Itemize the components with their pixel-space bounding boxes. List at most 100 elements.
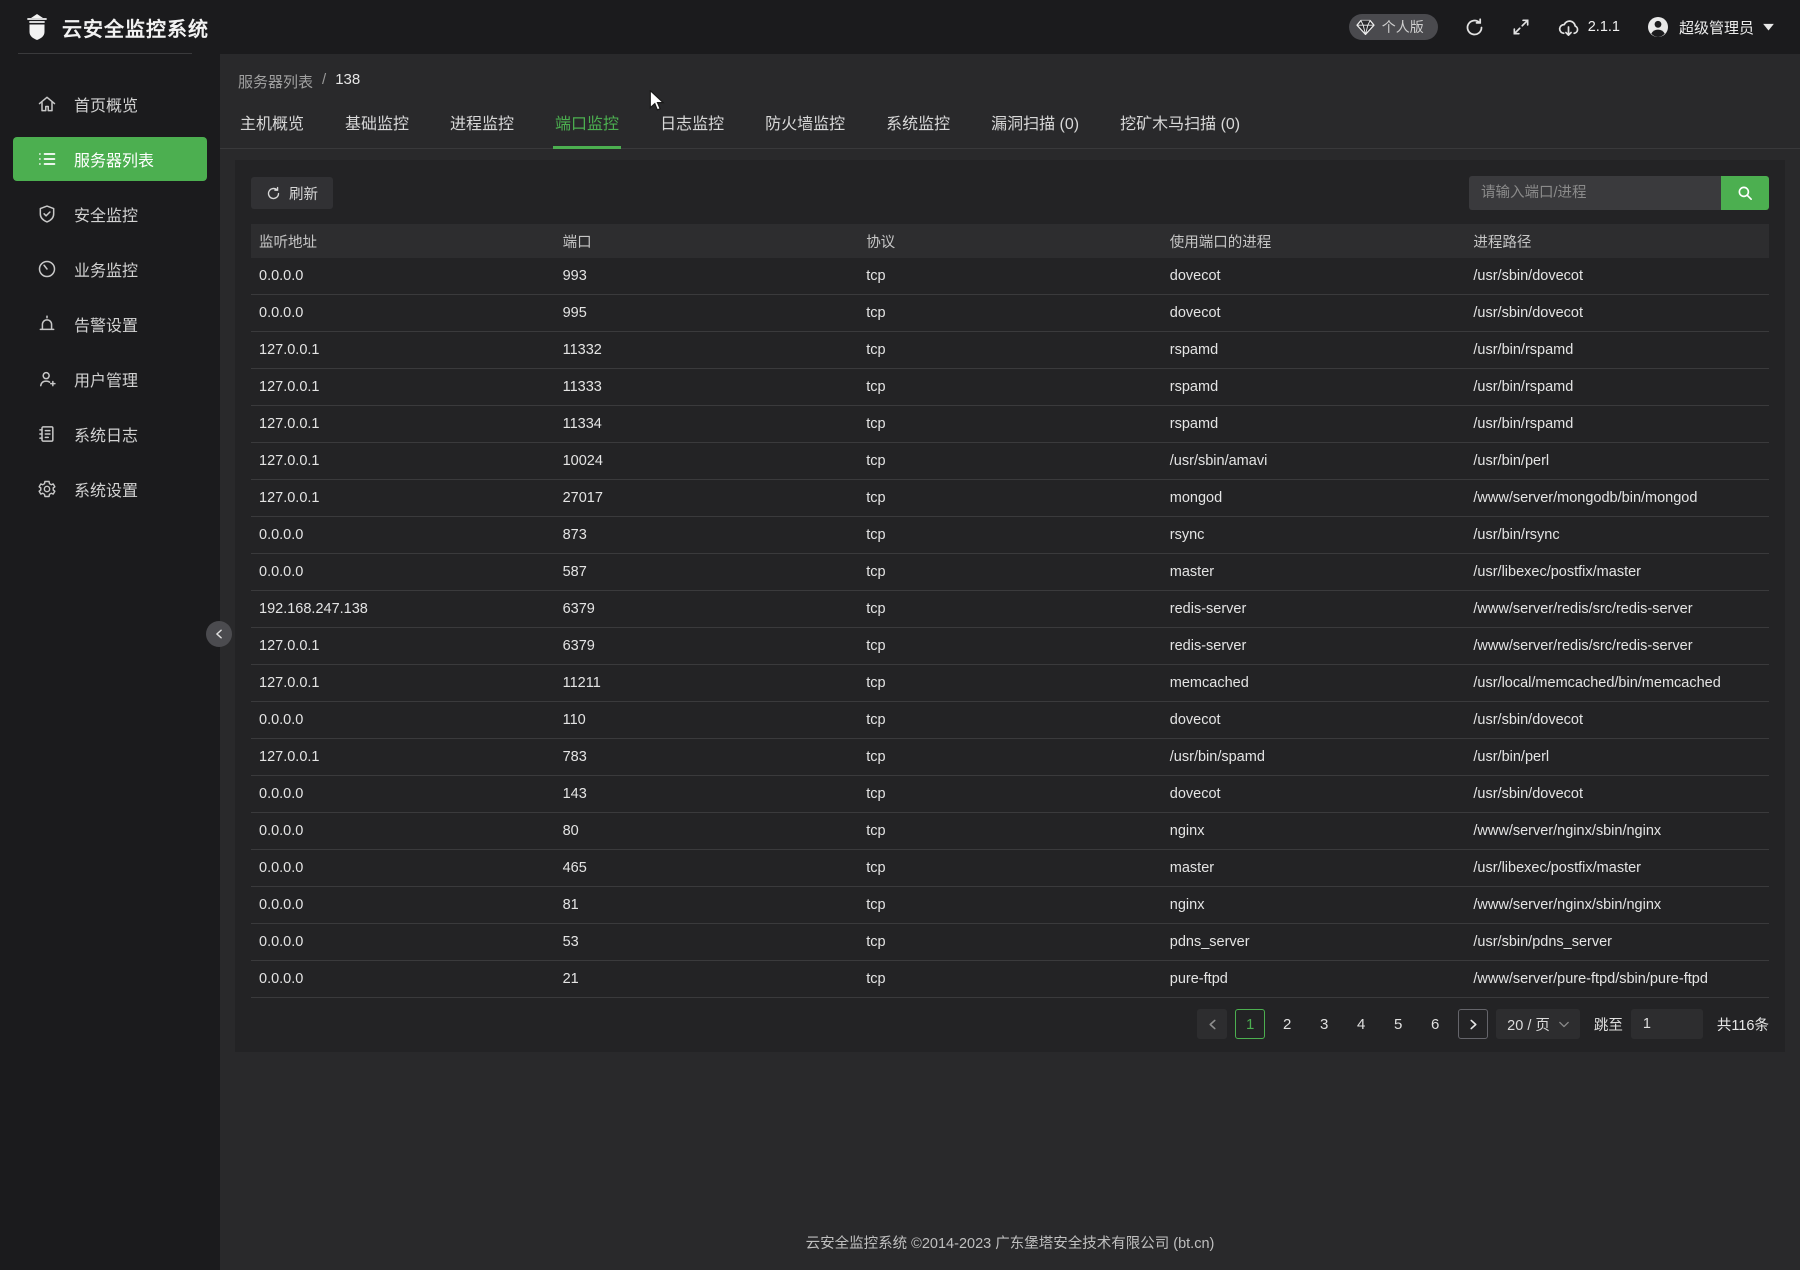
sidebar-item-system-logs[interactable]: 系统日志: [13, 412, 207, 456]
cell-listen-address: 127.0.0.1: [251, 638, 555, 654]
cell-process-path: /usr/sbin/dovecot: [1465, 305, 1769, 321]
table-row: 0.0.0.0 465 tcp master /usr/libexec/post…: [251, 850, 1769, 887]
breadcrumb-separator: /: [322, 71, 326, 92]
cell-protocol: tcp: [858, 564, 1162, 580]
sidebar-item-label: 安全监控: [74, 202, 138, 226]
cell-process-path: /usr/bin/rspamd: [1465, 342, 1769, 358]
server-list-icon: [37, 149, 57, 169]
table-row: 192.168.247.138 6379 tcp redis-server /w…: [251, 591, 1769, 628]
cell-port: 873: [555, 527, 859, 543]
cell-protocol: tcp: [858, 786, 1162, 802]
alarm-icon: [37, 314, 57, 334]
app-logo: 云安全监控系统: [0, 0, 220, 54]
cell-port: 110: [555, 712, 859, 728]
search-input[interactable]: [1469, 176, 1721, 210]
cell-listen-address: 127.0.0.1: [251, 453, 555, 469]
edition-badge-label: 个人版: [1382, 17, 1424, 37]
sidebar-item-user-management[interactable]: 用户管理: [13, 357, 207, 401]
sidebar-item-security-monitor[interactable]: 安全监控: [13, 192, 207, 236]
cell-listen-address: 127.0.0.1: [251, 416, 555, 432]
cell-protocol: tcp: [858, 416, 1162, 432]
page-number-button[interactable]: 3: [1309, 1009, 1339, 1039]
table-header-cell: 协议: [858, 231, 1162, 252]
tab[interactable]: 日志监控: [658, 104, 726, 148]
page-number-button[interactable]: 4: [1346, 1009, 1376, 1039]
table-row: 127.0.0.1 11332 tcp rspamd /usr/bin/rspa…: [251, 332, 1769, 369]
cell-process-path: /usr/sbin/dovecot: [1465, 268, 1769, 284]
sidebar-item-label: 服务器列表: [74, 147, 154, 171]
table-row: 127.0.0.1 6379 tcp redis-server /www/ser…: [251, 628, 1769, 665]
table-row: 127.0.0.1 11334 tcp rspamd /usr/bin/rspa…: [251, 406, 1769, 443]
page-number-button[interactable]: 1: [1235, 1009, 1265, 1039]
cell-listen-address: 0.0.0.0: [251, 712, 555, 728]
caret-down-icon: [1763, 23, 1774, 31]
cell-protocol: tcp: [858, 897, 1162, 913]
cell-port: 783: [555, 749, 859, 765]
table-row: 0.0.0.0 81 tcp nginx /www/server/nginx/s…: [251, 887, 1769, 924]
tab[interactable]: 端口监控: [553, 104, 621, 148]
tab[interactable]: 进程监控: [448, 104, 516, 148]
table-row: 0.0.0.0 995 tcp dovecot /usr/sbin/doveco…: [251, 295, 1769, 332]
sidebar-item-server-list[interactable]: 服务器列表: [13, 137, 207, 181]
jump-page-input[interactable]: [1631, 1009, 1703, 1039]
table-header-cell: 端口: [555, 231, 859, 252]
cell-process-path: /www/server/redis/src/redis-server: [1465, 601, 1769, 617]
page-number-button[interactable]: 6: [1420, 1009, 1450, 1039]
cell-process-path: /usr/libexec/postfix/master: [1465, 564, 1769, 580]
user-menu[interactable]: 超级管理员: [1646, 15, 1774, 39]
sidebar-item-home-overview[interactable]: 首页概览: [13, 82, 207, 126]
topbar-actions: 个人版 2.1.1: [1349, 14, 1800, 40]
tab[interactable]: 主机概览: [238, 104, 306, 148]
sidebar-item-business-monitor[interactable]: 业务监控: [13, 247, 207, 291]
cell-process-path: /usr/bin/perl: [1465, 749, 1769, 765]
cell-port: 10024: [555, 453, 859, 469]
version-update-button[interactable]: 2.1.1: [1557, 17, 1620, 38]
cell-protocol: tcp: [858, 305, 1162, 321]
sidebar-item-alert-settings[interactable]: 告警设置: [13, 302, 207, 346]
table-body: 0.0.0.0 993 tcp dovecot /usr/sbin/doveco…: [251, 258, 1769, 998]
cell-port: 6379: [555, 638, 859, 654]
chevron-down-icon: [1559, 1021, 1569, 1028]
cell-process: dovecot: [1162, 712, 1466, 728]
page-number-button[interactable]: 5: [1383, 1009, 1413, 1039]
table-row: 0.0.0.0 21 tcp pure-ftpd /www/server/pur…: [251, 961, 1769, 998]
cell-process: dovecot: [1162, 268, 1466, 284]
tab-label: 端口监控: [555, 116, 619, 133]
monitor-tabs: 主机概览 基础监控 进程监控 端口监控 日志监控 防火墙监控 系统监控: [220, 104, 1800, 149]
cell-protocol: tcp: [858, 860, 1162, 876]
table-header-row: 监听地址 端口 协议 使用端口的进程 进程路径: [251, 224, 1769, 258]
sidebar-item-label: 业务监控: [74, 257, 138, 281]
page-size-select[interactable]: 20 / 页: [1496, 1009, 1580, 1039]
cell-port: 11332: [555, 342, 859, 358]
tab[interactable]: 防火墙监控: [763, 104, 847, 148]
sidebar-item-system-settings[interactable]: 系统设置: [13, 467, 207, 511]
refresh-button[interactable]: 刷新: [251, 177, 333, 209]
tab[interactable]: 基础监控: [343, 104, 411, 148]
cell-listen-address: 127.0.0.1: [251, 342, 555, 358]
prev-page-button[interactable]: [1197, 1009, 1227, 1039]
cell-process-path: /usr/sbin/dovecot: [1465, 712, 1769, 728]
page-number-button[interactable]: 2: [1272, 1009, 1302, 1039]
next-page-button[interactable]: [1458, 1009, 1488, 1039]
page-numbers: 1 2 3 4 5 6: [1235, 1009, 1450, 1039]
cell-listen-address: 0.0.0.0: [251, 268, 555, 284]
edition-badge[interactable]: 个人版: [1349, 14, 1438, 40]
cell-protocol: tcp: [858, 749, 1162, 765]
tab[interactable]: 系统监控: [884, 104, 952, 148]
refresh-page-button[interactable]: [1464, 17, 1485, 38]
ports-table: 监听地址 端口 协议 使用端口的进程 进程路径 0.0.0.0 993 tcp: [251, 224, 1769, 998]
search-button[interactable]: [1721, 176, 1769, 210]
cell-protocol: tcp: [858, 823, 1162, 839]
tab[interactable]: 漏洞扫描 (0): [989, 104, 1081, 148]
cell-process: master: [1162, 860, 1466, 876]
breadcrumb-section[interactable]: 服务器列表: [238, 71, 313, 92]
tab[interactable]: 挖矿木马扫描 (0): [1118, 104, 1242, 148]
sidebar-collapse-button[interactable]: [206, 621, 232, 647]
cell-listen-address: 0.0.0.0: [251, 527, 555, 543]
cell-protocol: tcp: [858, 638, 1162, 654]
gem-icon: [1356, 19, 1375, 36]
cell-process: /usr/bin/spamd: [1162, 749, 1466, 765]
fullscreen-button[interactable]: [1511, 17, 1531, 37]
cell-process-path: /www/server/redis/src/redis-server: [1465, 638, 1769, 654]
sidebar-item-label: 系统设置: [74, 477, 138, 501]
